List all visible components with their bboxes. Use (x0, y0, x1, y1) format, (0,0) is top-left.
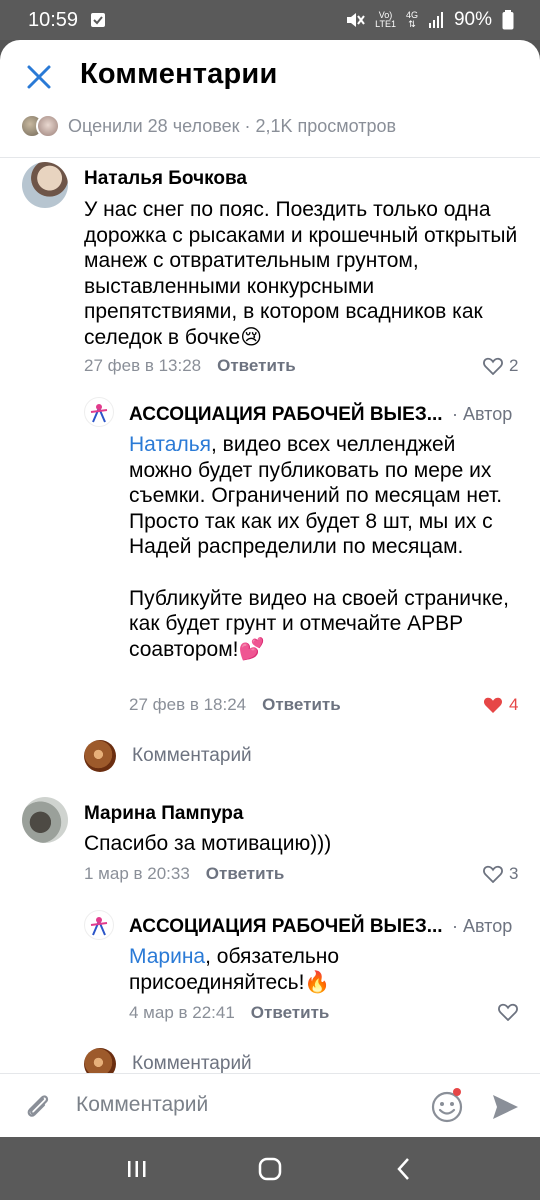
signal-icon (428, 12, 443, 28)
comment-input-bar: Комментарий (0, 1073, 540, 1137)
reply-prompt[interactable]: Комментарий (132, 745, 252, 767)
comment-time: 1 мар в 20:33 (84, 864, 190, 883)
reply-button[interactable]: Ответить (206, 864, 285, 883)
reply-prompt[interactable]: Комментарий (132, 1053, 252, 1075)
reply-prompt-row[interactable]: Комментарий (84, 740, 252, 772)
author-badge: · Автор (452, 916, 513, 936)
comments-sheet: Комментарии Оценили 28 человек · 2,1K пр… (0, 40, 540, 1137)
comment-author[interactable]: АССОЦИАЦИЯ РАБОЧЕЙ ВЫЕЗ... (129, 404, 443, 426)
network-indicator: 4G ⇅ (405, 10, 418, 29)
comment-meta: 27 фев в 13:28 Ответить (84, 356, 296, 376)
comment-text: У нас снег по пояс. Поездить только одна… (84, 198, 518, 349)
mention-link[interactable]: Марина (129, 945, 205, 968)
home-icon[interactable] (250, 1149, 290, 1189)
comment-author[interactable]: АССОЦИАЦИЯ РАБОЧЕЙ ВЫЕЗ... (129, 916, 443, 938)
notification-icon (91, 13, 106, 27)
comment-text: Марина, обязательно присоединяйтесь!🔥 (129, 945, 340, 994)
my-avatar (84, 740, 116, 772)
battery-icon (502, 10, 514, 30)
page-title: Комментарии (80, 58, 278, 90)
avatar[interactable] (22, 162, 68, 208)
reply-button[interactable]: Ответить (217, 356, 296, 375)
paperclip-icon[interactable] (22, 1090, 54, 1122)
comment-meta: 4 мар в 22:41 Ответить (129, 1003, 329, 1023)
send-icon[interactable] (490, 1092, 520, 1122)
like-count: 4 (509, 695, 519, 714)
comment-text: Спасибо за мотивацию))) (84, 832, 332, 855)
close-icon[interactable] (22, 60, 56, 94)
status-bar: 10:59 Vo) LTE1 4G ⇅ 90% (0, 0, 540, 40)
like-button[interactable]: 3 (483, 864, 518, 884)
battery-percent: 90% (453, 9, 492, 30)
avatar[interactable] (22, 797, 68, 843)
logo-icon (90, 404, 108, 423)
like-button[interactable] (498, 1003, 518, 1021)
status-time: 10:59 (28, 8, 79, 31)
volte-indicator: Vo) LTE1 (375, 10, 396, 29)
like-button[interactable]: 2 (483, 356, 518, 376)
logo-icon (90, 917, 108, 936)
heart-filled-icon (483, 697, 503, 713)
mention-link[interactable]: Наталья (129, 433, 211, 456)
system-nav-bar (0, 1137, 540, 1200)
like-count: 3 (509, 864, 519, 883)
like-count: 2 (509, 356, 519, 375)
comment-input[interactable]: Комментарий (76, 1093, 208, 1117)
heart-icon (483, 865, 503, 883)
heart-icon (498, 1003, 518, 1021)
comment-meta: 27 фев в 18:24 Ответить (129, 695, 341, 715)
comment-time: 27 фев в 13:28 (84, 356, 202, 375)
comment-time: 27 фев в 18:24 (129, 695, 247, 714)
likes-summary[interactable]: Оценили 28 человек · 2,1K просмотров (20, 114, 396, 138)
avatar[interactable] (84, 910, 114, 940)
recent-apps-icon[interactable] (117, 1149, 157, 1189)
like-button[interactable]: 4 (483, 695, 518, 715)
sheet-header: Комментарии Оценили 28 человек · 2,1K пр… (0, 40, 540, 158)
likes-summary-text: Оценили 28 человек · 2,1K просмотров (68, 115, 397, 136)
reply-button[interactable]: Ответить (262, 695, 341, 714)
reply-button[interactable]: Ответить (251, 1003, 330, 1022)
liker-avatar (36, 114, 60, 138)
mute-icon (347, 13, 365, 27)
back-icon[interactable] (383, 1149, 423, 1189)
comment-meta: 1 мар в 20:33 Ответить (84, 864, 284, 884)
comment-time: 4 мар в 22:41 (129, 1003, 235, 1022)
heart-icon (483, 357, 503, 375)
header-divider (0, 157, 540, 158)
avatar[interactable] (84, 397, 114, 427)
comment-author[interactable]: Наталья Бочкова (84, 168, 247, 190)
comment-author[interactable]: Марина Пампура (84, 803, 243, 825)
comment-text: Наталья, видео всех челленджей можно буд… (129, 433, 509, 661)
author-badge: · Автор (452, 404, 513, 424)
new-indicator-dot (453, 1088, 461, 1096)
